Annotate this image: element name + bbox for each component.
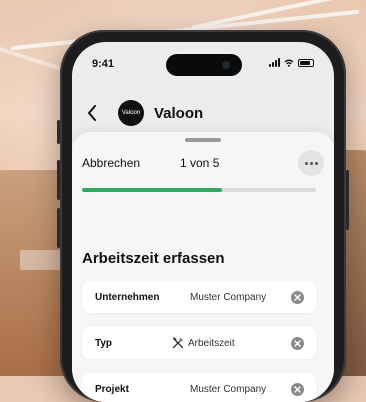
progress-bar bbox=[82, 188, 316, 192]
sheet-grabber[interactable] bbox=[185, 138, 221, 142]
clear-icon[interactable] bbox=[291, 382, 304, 396]
field-value: Arbeitszeit bbox=[172, 337, 235, 349]
more-dots-icon bbox=[304, 161, 308, 165]
status-icons bbox=[269, 58, 314, 67]
field-unternehmen[interactable]: Unternehmen Muster Company bbox=[82, 281, 316, 313]
field-typ[interactable]: Typ Arbeitszeit bbox=[82, 327, 316, 359]
status-time: 9:41 bbox=[92, 58, 115, 70]
field-label: Typ bbox=[95, 337, 113, 349]
wifi-icon bbox=[284, 59, 294, 67]
clear-icon[interactable] bbox=[291, 290, 304, 304]
tools-icon bbox=[172, 337, 184, 349]
cancel-button[interactable]: Abbrechen bbox=[82, 156, 140, 170]
battery-icon bbox=[298, 58, 314, 67]
field-label: Projekt bbox=[95, 383, 129, 395]
bottom-sheet: Abbrechen 1 von 5 Arbeitszeit erfassen U… bbox=[72, 132, 334, 402]
dynamic-island bbox=[166, 54, 242, 76]
step-indicator: 1 von 5 bbox=[180, 156, 220, 170]
nav-title: Valoon bbox=[154, 105, 204, 122]
nav-bar: Valoon Valoon bbox=[72, 98, 334, 128]
company-avatar[interactable]: Valoon bbox=[118, 100, 144, 126]
field-projekt[interactable]: Projekt Muster Company bbox=[82, 373, 316, 402]
back-button[interactable] bbox=[80, 100, 104, 126]
field-value: Muster Company bbox=[190, 383, 267, 395]
phone-frame: 9:41 Valoon Valoon Abbrechen 1 von 5 Arb… bbox=[57, 30, 349, 402]
more-button[interactable] bbox=[298, 150, 324, 176]
field-value: Muster Company bbox=[190, 291, 267, 303]
progress-fill bbox=[82, 188, 223, 192]
clear-icon[interactable] bbox=[291, 336, 304, 350]
phone-screen: 9:41 Valoon Valoon Abbrechen 1 von 5 Arb… bbox=[72, 42, 334, 402]
signal-icon bbox=[269, 58, 280, 67]
chevron-left-icon bbox=[88, 105, 96, 121]
form-title: Arbeitszeit erfassen bbox=[82, 250, 225, 267]
field-label: Unternehmen bbox=[95, 291, 160, 303]
